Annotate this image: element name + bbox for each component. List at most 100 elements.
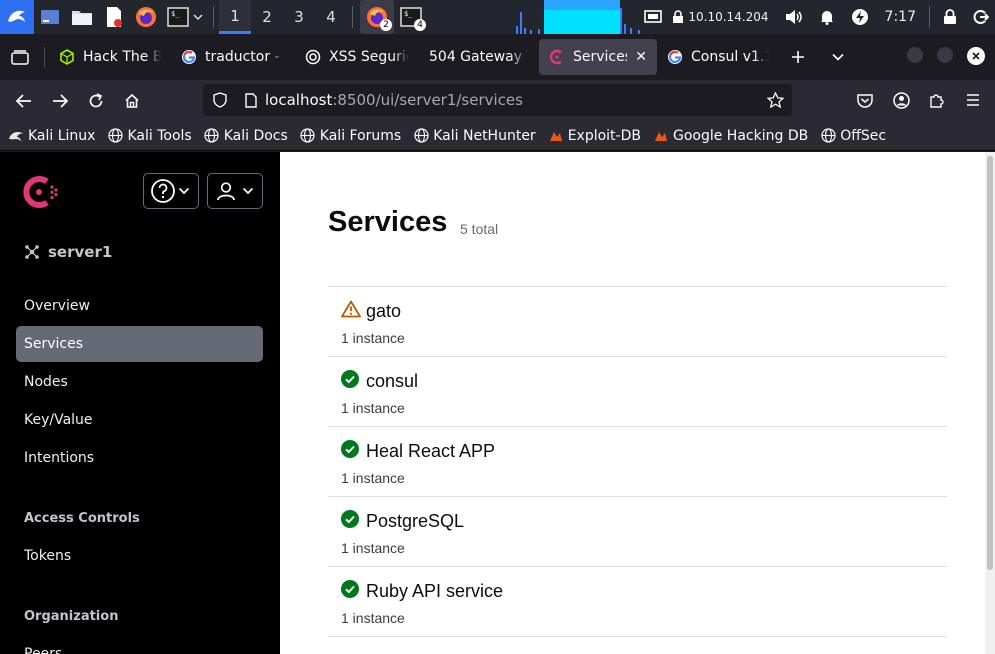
nav-nodes[interactable]: Nodes	[16, 364, 263, 400]
lock-screen-button[interactable]	[935, 0, 965, 34]
display-indicator[interactable]	[636, 0, 670, 34]
minimize-button[interactable]	[907, 47, 923, 63]
tab-504-gateway[interactable]: 504 Gateway Ti	[419, 39, 539, 75]
url-path: :8500/ui/server1/services	[332, 91, 523, 109]
bookmark-label: Kali Docs	[223, 127, 288, 144]
text-editor-icon	[107, 7, 122, 27]
vpn-ip-address: 10.10.14.204	[688, 10, 769, 24]
workspace-4[interactable]: 4	[315, 0, 347, 34]
service-name[interactable]: gato	[366, 301, 401, 322]
shield-icon[interactable]	[203, 92, 237, 108]
bookmarks-toolbar: Kali Linux Kali Tools Kali Docs Kali For…	[0, 121, 995, 151]
tab-traductor[interactable]: traductor - G	[171, 39, 295, 75]
tab-hack-the-box[interactable]: Hack The Bo	[49, 39, 171, 75]
nav-label: Nodes	[24, 374, 68, 390]
window-close-button[interactable]	[967, 47, 985, 65]
service-row[interactable]: Heal React APP 1 instance	[328, 427, 947, 497]
tab-services[interactable]: Services - ✕	[539, 39, 657, 75]
bookmark-kali-linux[interactable]: Kali Linux	[8, 128, 95, 144]
back-button[interactable]	[6, 85, 42, 117]
help-menu-button[interactable]	[143, 173, 199, 209]
bookmark-kali-forums[interactable]: Kali Forums	[300, 128, 401, 144]
bookmark-kali-tools[interactable]: Kali Tools	[107, 128, 192, 144]
page-scrollbar[interactable]	[985, 152, 995, 654]
speaker-icon	[785, 10, 802, 24]
tab-title: Consul v1.19	[691, 49, 769, 65]
tab-title: 504 Gateway Ti	[429, 49, 529, 65]
lock-icon	[673, 10, 684, 23]
logout-button[interactable]	[965, 0, 995, 34]
workspace-3[interactable]: 3	[283, 0, 315, 34]
show-desktop-button[interactable]	[34, 0, 66, 34]
user-menu-button[interactable]	[207, 173, 263, 209]
clock[interactable]: 7:17	[877, 0, 924, 34]
workspace-1[interactable]: 1	[219, 0, 251, 34]
terminal-window-button[interactable]: $_ 4	[394, 0, 428, 34]
vpn-indicator[interactable]: 10.10.14.204	[670, 0, 776, 34]
address-bar[interactable]: localhost:8500/ui/server1/services	[203, 84, 792, 116]
service-name[interactable]: PostgreSQL	[366, 511, 464, 532]
tab-consul-release[interactable]: Consul v1.19	[657, 39, 779, 75]
reload-button[interactable]	[78, 85, 114, 117]
consul-logo[interactable]	[22, 174, 58, 210]
file-manager-button[interactable]	[66, 0, 98, 34]
service-name[interactable]: consul	[366, 371, 418, 392]
consul-logo-icon	[23, 176, 58, 208]
bookmark-google-hacking-db[interactable]: Google Hacking DB	[653, 128, 808, 144]
nav-services[interactable]: Services	[16, 326, 263, 362]
app-menu-button[interactable]	[955, 84, 991, 116]
nav-peers[interactable]: Peers	[16, 636, 263, 654]
arrow-right-icon	[53, 93, 68, 108]
pocket-button[interactable]	[847, 84, 883, 116]
service-instance-count: 1 instance	[341, 400, 405, 416]
terminal-launcher-button[interactable]: $_	[162, 0, 208, 34]
workspace-2[interactable]: 2	[251, 0, 283, 34]
main-content: Services 5 total gato 1 instance consul …	[280, 152, 985, 654]
service-name[interactable]: Heal React APP	[366, 441, 495, 462]
service-row[interactable]: PostgreSQL 1 instance	[328, 497, 947, 567]
text-editor-button[interactable]	[98, 0, 130, 34]
datacenter-icon	[24, 244, 40, 260]
forward-button[interactable]	[42, 85, 78, 117]
bookmark-offsec[interactable]: OffSec	[820, 128, 886, 144]
firefox-launcher-button[interactable]	[130, 0, 162, 34]
list-all-tabs-button[interactable]	[817, 39, 859, 75]
bookmark-star-icon[interactable]	[766, 91, 785, 112]
chevron-down-icon	[242, 187, 254, 195]
home-button[interactable]	[114, 85, 150, 117]
tab-manager-icon	[11, 50, 29, 65]
globe-icon	[300, 128, 316, 144]
nav-tokens[interactable]: Tokens	[16, 538, 263, 574]
page-icon[interactable]	[237, 92, 265, 108]
bookmark-exploit-db[interactable]: Exploit-DB	[548, 128, 641, 144]
service-name[interactable]: Ruby API service	[366, 581, 503, 602]
nav-overview[interactable]: Overview	[16, 288, 263, 324]
extensions-button[interactable]	[919, 84, 955, 116]
check-circle-icon	[341, 580, 359, 598]
tab-xss-seguridad[interactable]: XSS Segurid	[295, 39, 419, 75]
new-tab-button[interactable]	[779, 39, 817, 75]
service-row[interactable]: Ruby API service 1 instance	[328, 567, 947, 637]
google-icon	[181, 49, 197, 65]
service-row[interactable]: gato 1 instance	[328, 287, 947, 357]
account-button[interactable]	[883, 84, 919, 116]
taskbar-separator	[352, 6, 353, 28]
firefox-window-button[interactable]: 2	[360, 0, 394, 34]
bookmark-kali-nethunter[interactable]: Kali NetHunter	[413, 128, 536, 144]
power-indicator[interactable]	[843, 0, 877, 34]
close-icon[interactable]: ✕	[635, 49, 647, 65]
kali-menu-button[interactable]	[0, 0, 34, 34]
nav-intentions[interactable]: Intentions	[16, 440, 263, 476]
htb-icon	[59, 49, 75, 65]
bookmark-kali-docs[interactable]: Kali Docs	[204, 128, 288, 144]
notifications-button[interactable]	[811, 0, 843, 34]
help-circle-icon	[151, 179, 175, 203]
nav-key-value[interactable]: Key/Value	[16, 402, 263, 438]
maximize-button[interactable]	[937, 47, 953, 63]
tab-groups-button[interactable]	[0, 39, 40, 75]
service-row[interactable]: consul 1 instance	[328, 357, 947, 427]
scrollbar-thumb[interactable]	[987, 156, 993, 570]
datacenter-name: server1	[48, 243, 113, 261]
volume-control[interactable]	[777, 0, 811, 34]
datacenter-selector[interactable]: server1	[24, 243, 112, 261]
